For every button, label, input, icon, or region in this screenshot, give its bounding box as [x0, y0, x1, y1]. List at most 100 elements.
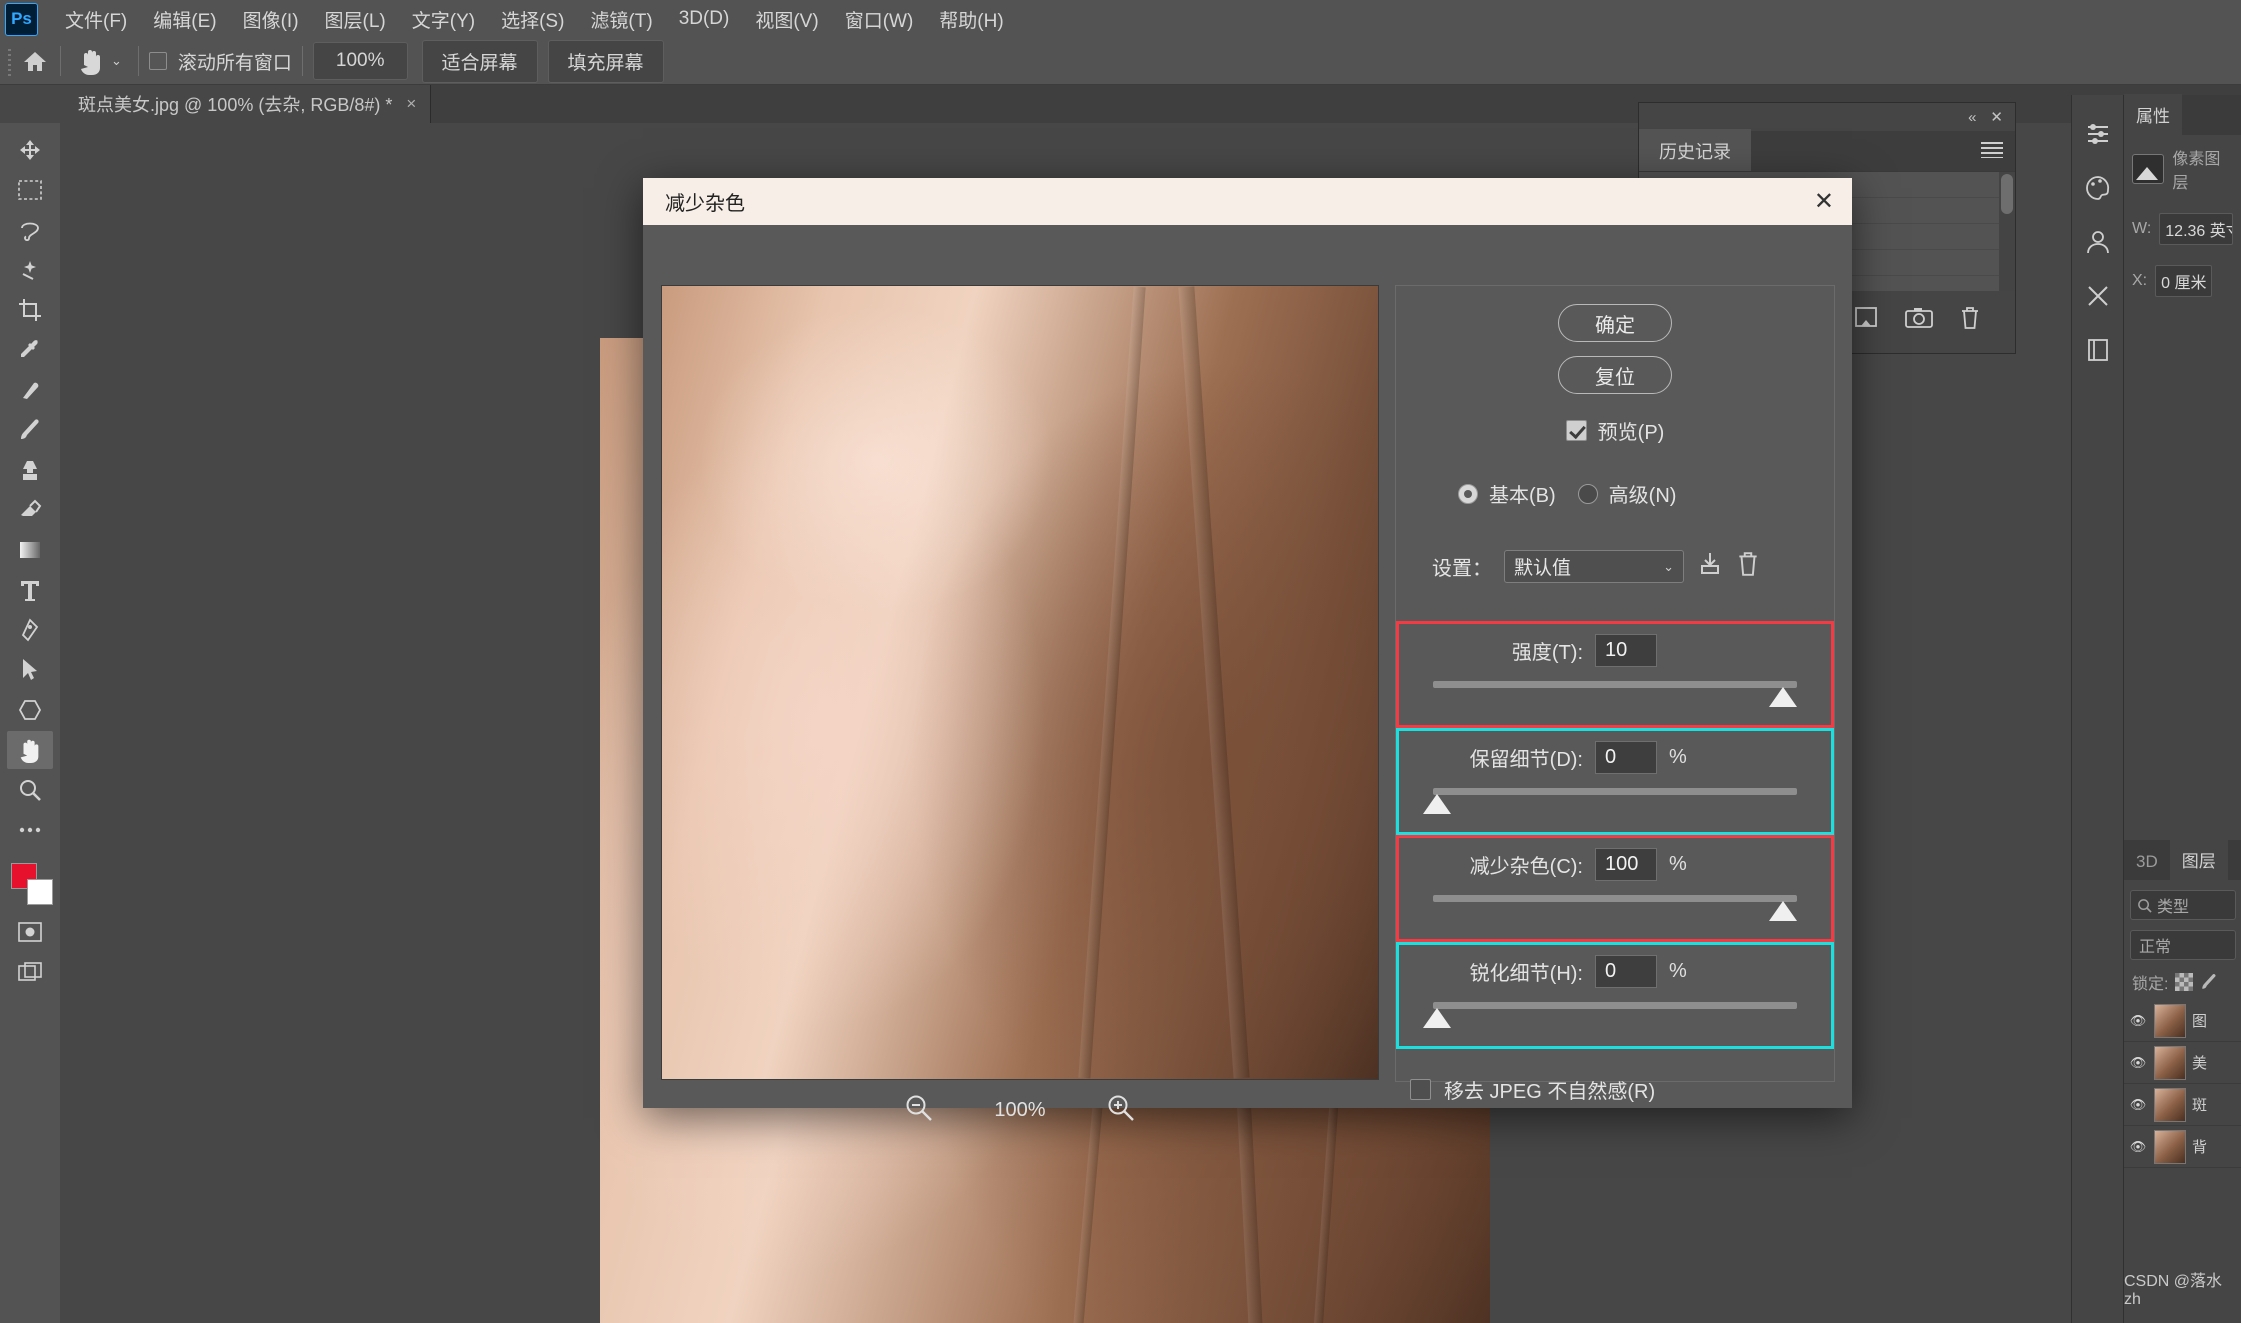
close-icon[interactable]: ✕ — [1990, 108, 2003, 126]
more-tools-icon[interactable] — [7, 811, 53, 849]
background-color-swatch[interactable] — [27, 879, 53, 905]
library-panel-icon[interactable] — [2081, 333, 2115, 367]
preview-checkbox-row[interactable]: 预览(P) — [1396, 416, 1834, 445]
pen-tool-icon[interactable] — [7, 611, 53, 649]
menu-view[interactable]: 视图(V) — [742, 3, 831, 36]
layer-filter-input[interactable]: 类型 — [2130, 890, 2236, 920]
menu-type[interactable]: 文字(Y) — [399, 3, 488, 36]
radio-advanced[interactable]: 高级(N) — [1577, 479, 1676, 508]
slider-track[interactable] — [1433, 788, 1797, 795]
slider-sharpen-details-input[interactable]: 0 — [1595, 955, 1657, 988]
slider-sharpen-details-thumb[interactable] — [1423, 1008, 1451, 1028]
character-panel-icon[interactable] — [2081, 225, 2115, 259]
menu-window[interactable]: 窗口(W) — [832, 3, 927, 36]
slider-reduce-color-noise-input[interactable]: 100 — [1595, 848, 1657, 881]
layer-row[interactable]: 👁 美 — [2124, 1042, 2241, 1084]
reset-button[interactable]: 复位 — [1558, 356, 1672, 394]
zoom-out-icon[interactable] — [904, 1093, 934, 1128]
blend-mode-select[interactable]: 正常 — [2130, 930, 2236, 960]
eye-icon[interactable]: 👁 — [2128, 1139, 2148, 1155]
gradient-tool-icon[interactable] — [7, 531, 53, 569]
tab-properties[interactable]: 属性 — [2124, 94, 2182, 135]
slider-sharpen-details-track-wrap[interactable] — [1423, 998, 1797, 1032]
close-icon[interactable]: ✕ — [1814, 189, 1834, 214]
move-tool-icon[interactable] — [7, 131, 53, 169]
fit-screen-button[interactable]: 适合屏幕 — [421, 39, 538, 83]
trash-icon[interactable] — [1959, 306, 1981, 334]
remove-jpeg-artifact-row[interactable]: 移去 JPEG 不自然感(R) — [1396, 1075, 1834, 1104]
panel-menu-icon[interactable] — [1981, 142, 2003, 158]
slider-strength-input[interactable]: 10 — [1595, 634, 1657, 667]
crop-tool-icon[interactable] — [7, 291, 53, 329]
adjustments-icon[interactable] — [2081, 117, 2115, 151]
lock-transparency-icon[interactable] — [2175, 973, 2194, 991]
x-value[interactable]: 0 厘米 — [2155, 265, 2213, 297]
preview-checkbox[interactable] — [1565, 420, 1587, 441]
zoom-in-icon[interactable] — [1106, 1093, 1136, 1128]
scroll-all-windows-checkbox[interactable]: 滚动所有窗口 — [148, 48, 292, 75]
healing-brush-tool-icon[interactable] — [7, 371, 53, 409]
options-bar-grip[interactable] — [4, 46, 20, 76]
slider-preserve-details-input[interactable]: 0 — [1595, 741, 1657, 774]
slider-reduce-color-noise-thumb[interactable] — [1769, 901, 1797, 921]
color-panel-icon[interactable] — [2081, 171, 2115, 205]
shape-tool-icon[interactable] — [7, 691, 53, 729]
slider-reduce-color-noise-track-wrap[interactable] — [1433, 891, 1797, 925]
eye-icon[interactable]: 👁 — [2128, 1055, 2148, 1071]
ok-button[interactable]: 确定 — [1558, 304, 1672, 342]
chevron-down-icon[interactable]: ⌄ — [111, 53, 122, 69]
lasso-tool-icon[interactable] — [7, 211, 53, 249]
home-icon[interactable] — [20, 46, 50, 76]
tab-3d[interactable]: 3D — [2124, 844, 2170, 880]
slider-reduce-color-noise[interactable]: 减少杂色(C): 100 % — [1396, 835, 1834, 942]
save-settings-icon[interactable] — [1696, 551, 1724, 582]
new-document-icon[interactable] — [1853, 306, 1879, 334]
trash-icon[interactable] — [1736, 551, 1760, 582]
fill-screen-button[interactable]: 填充屏幕 — [547, 39, 664, 83]
slider-strength-thumb[interactable] — [1769, 687, 1797, 707]
menu-help[interactable]: 帮助(H) — [926, 3, 1016, 36]
chevron-down-icon[interactable]: ⌄ — [1663, 559, 1674, 575]
eyedropper-tool-icon[interactable] — [7, 331, 53, 369]
tab-layers[interactable]: 图层 — [2169, 839, 2228, 880]
actions-panel-icon[interactable] — [2081, 279, 2115, 313]
path-selection-tool-icon[interactable] — [7, 651, 53, 689]
reduce-noise-dialog[interactable]: 减少杂色 ✕ 100% 确定 复位 预览(P) 基本(B) 高级(N) 设置： … — [643, 178, 1852, 1121]
slider-strength-track-wrap[interactable] — [1433, 677, 1797, 711]
marquee-tool-icon[interactable] — [7, 171, 53, 209]
radio-basic[interactable]: 基本(B) — [1458, 479, 1556, 508]
slider-track[interactable] — [1433, 895, 1797, 902]
layer-row[interactable]: 👁 图 — [2124, 1000, 2241, 1042]
menu-edit[interactable]: 编辑(E) — [140, 3, 229, 36]
brush-tool-icon[interactable] — [7, 411, 53, 449]
menu-3d[interactable]: 3D(D) — [666, 5, 743, 33]
width-value[interactable]: 12.36 英寸 — [2159, 213, 2233, 245]
hand-tool-icon-sidebar[interactable] — [7, 731, 53, 769]
layer-row[interactable]: 👁 背 — [2124, 1126, 2241, 1168]
zoom-level-field[interactable]: 100% — [312, 42, 408, 80]
collapse-icon[interactable]: « — [1968, 109, 1976, 126]
layer-row[interactable]: 👁 斑 — [2124, 1084, 2241, 1126]
menu-layer[interactable]: 图层(L) — [312, 3, 399, 36]
hand-tool-icon[interactable]: ⌄ — [71, 46, 128, 76]
menu-image[interactable]: 图像(I) — [230, 3, 312, 36]
radio-advanced-button[interactable] — [1577, 483, 1598, 504]
quick-mask-icon[interactable] — [7, 913, 53, 951]
quick-selection-tool-icon[interactable] — [7, 251, 53, 289]
screen-mode-icon[interactable] — [7, 953, 53, 991]
eye-icon[interactable]: 👁 — [2128, 1013, 2148, 1029]
menu-file[interactable]: 文件(F) — [52, 3, 140, 36]
clone-stamp-tool-icon[interactable] — [7, 451, 53, 489]
menu-filter[interactable]: 滤镜(T) — [577, 3, 665, 36]
text-tool-icon[interactable] — [7, 571, 53, 609]
camera-snapshot-icon[interactable] — [1905, 307, 1933, 333]
tab-history[interactable]: 历史记录 — [1639, 129, 1751, 173]
color-swatches[interactable] — [7, 859, 53, 911]
eraser-tool-icon[interactable] — [7, 491, 53, 529]
slider-track[interactable] — [1433, 681, 1797, 688]
slider-sharpen-details[interactable]: 锐化细节(H): 0 % — [1396, 942, 1834, 1049]
radio-basic-button[interactable] — [1458, 483, 1478, 504]
remove-jpeg-artifact-checkbox[interactable] — [1410, 1079, 1431, 1100]
document-tab[interactable]: 斑点美女.jpg @ 100% (去杂, RGB/8#) * × — [60, 85, 432, 123]
checkbox-box[interactable] — [148, 52, 167, 70]
